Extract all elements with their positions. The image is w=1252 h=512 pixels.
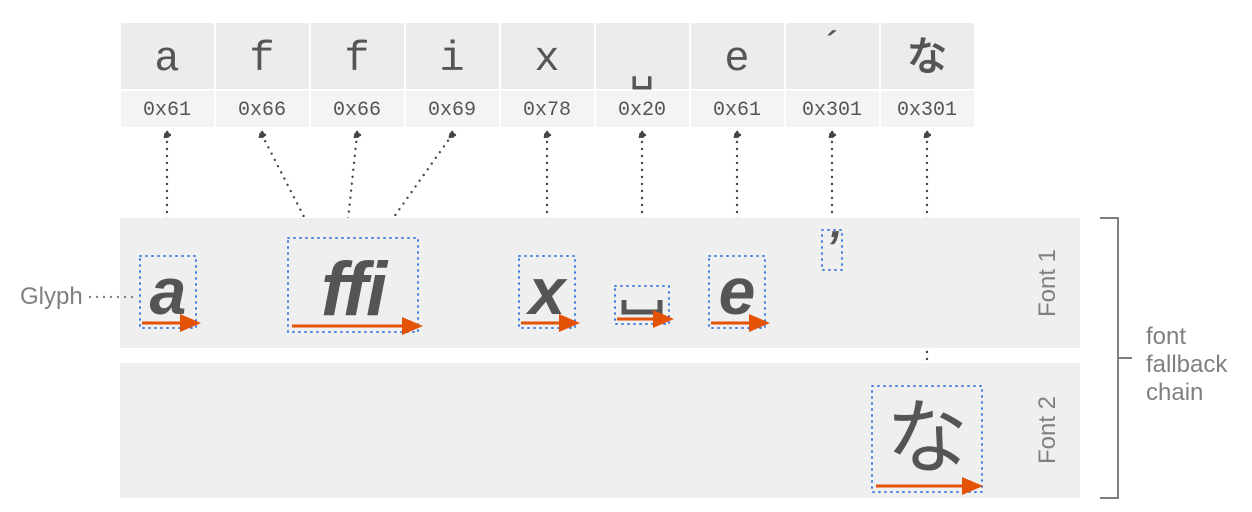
glyph-na: な xyxy=(872,386,982,492)
cp-hex-3: 0x69 xyxy=(428,99,476,122)
codepoint-table: a f f i x ␣ e ´ な 0x61 0x66 0x66 0x69 0x… xyxy=(120,22,975,128)
svg-text:ʼ: ʼ xyxy=(826,221,840,273)
cp-hex-7: 0x301 xyxy=(802,99,862,122)
svg-text:x: x xyxy=(526,254,568,328)
cp-hex-5: 0x20 xyxy=(618,99,666,122)
svg-text:な: な xyxy=(886,393,968,484)
cp-char-5: ␣ xyxy=(629,45,654,93)
cp-char-3: i xyxy=(439,35,464,83)
font1-label: Font 1 xyxy=(1034,249,1061,317)
cp-hex-4: 0x78 xyxy=(523,99,571,122)
fallback-label-1: font xyxy=(1146,323,1186,350)
font1-band xyxy=(120,218,1080,348)
cp-char-2: f xyxy=(344,35,369,83)
glyph-label: Glyph xyxy=(20,283,83,310)
fallback-label-2: fallback xyxy=(1146,351,1228,378)
cp-char-8: な xyxy=(907,35,947,79)
bracket-icon xyxy=(1100,218,1132,498)
fallback-label-3: chain xyxy=(1146,379,1203,406)
cp-hex-0: 0x61 xyxy=(143,99,191,122)
cp-char-7: ´ xyxy=(819,25,844,73)
svg-text:e: e xyxy=(719,254,756,328)
svg-text:a: a xyxy=(150,254,187,328)
cp-hex-2: 0x66 xyxy=(333,99,381,122)
diagram: a f f i x ␣ e ´ な 0x61 0x66 0x66 0x69 0x… xyxy=(0,0,1252,512)
cp-hex-6: 0x61 xyxy=(713,99,761,122)
font2-label: Font 2 xyxy=(1034,396,1061,464)
cp-char-0: a xyxy=(154,35,179,83)
cp-hex-8: 0x301 xyxy=(897,99,957,122)
svg-text:ffi: ffi xyxy=(321,247,389,332)
cp-hex-1: 0x66 xyxy=(238,99,286,122)
cp-char-1: f xyxy=(249,35,274,83)
cp-char-4: x xyxy=(534,35,559,83)
cp-char-6: e xyxy=(724,35,749,83)
